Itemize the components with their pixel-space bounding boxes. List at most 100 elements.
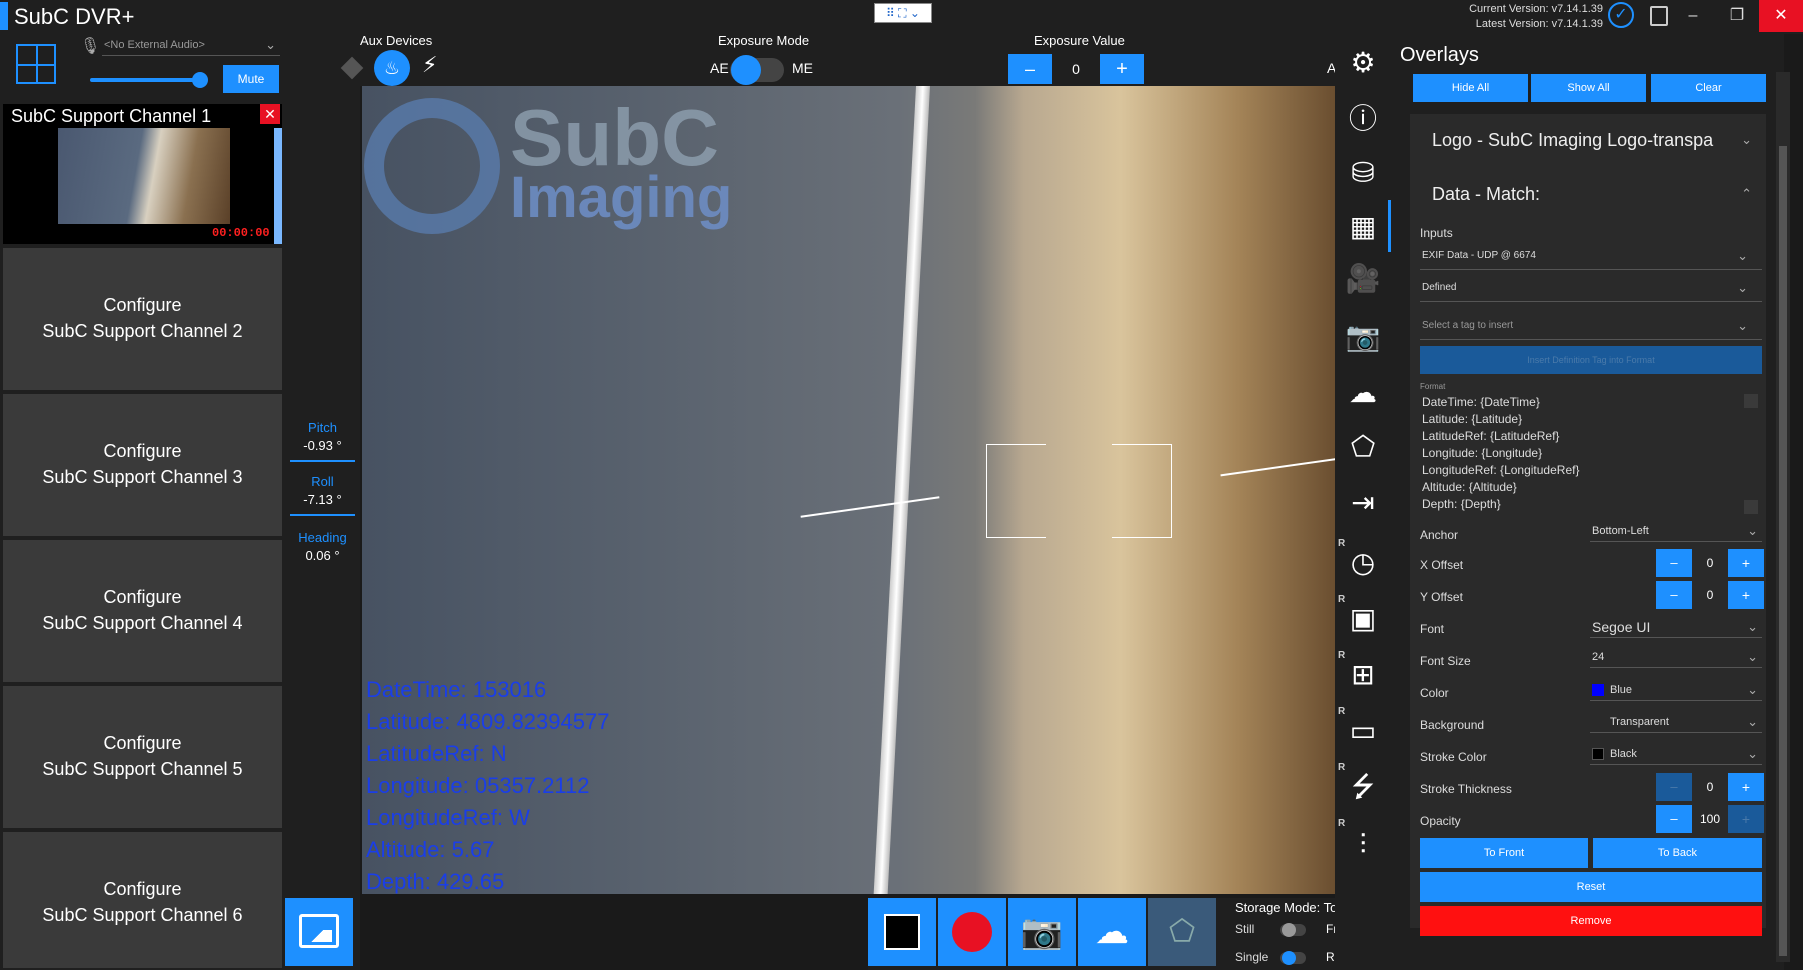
y-offset-value[interactable]: 0 [1692, 581, 1728, 609]
configure-channel-5-button[interactable]: Configure SubC Support Channel 5 [3, 686, 282, 828]
light-icon[interactable]: ♨ [374, 50, 410, 86]
chevron-down-icon: ⌄ [1747, 619, 1758, 634]
background-select[interactable]: Transparent ⌄ [1590, 711, 1762, 733]
overlay-line: Altitude: 5.67 [366, 837, 495, 862]
to-front-button[interactable]: To Front [1420, 838, 1588, 868]
still-toggle[interactable] [1280, 923, 1306, 937]
opacity-decrease[interactable]: – [1656, 805, 1692, 833]
overlay-line: LatitudeRef: N [366, 741, 507, 766]
mute-button[interactable]: Mute [223, 65, 279, 93]
font-select[interactable]: Segoe UI ⌄ [1590, 616, 1762, 638]
show-all-button[interactable]: Show All [1531, 74, 1646, 102]
channel-1-scrollbar[interactable] [274, 128, 282, 244]
x-offset-decrease[interactable]: – [1656, 549, 1692, 577]
gear-icon[interactable]: ⚙ [1340, 40, 1386, 86]
configure-channel-6-button[interactable]: Configure SubC Support Channel 6 [3, 832, 282, 968]
stroke-color-select[interactable]: Black ⌄ [1590, 743, 1762, 765]
minimize-button[interactable]: – [1671, 0, 1715, 32]
stroke-thickness-value[interactable]: 0 [1692, 773, 1728, 801]
layout-icon[interactable]: ▦ [1340, 204, 1386, 250]
clock-icon[interactable]: ◷ [1340, 540, 1386, 586]
still-label: Still [1235, 922, 1255, 936]
camera-icon[interactable]: 📷 [1340, 314, 1386, 360]
format-scroll-down[interactable] [1744, 500, 1758, 514]
snap-layout-control[interactable]: ⠿ ⛶ ⌄ [874, 3, 932, 23]
audio-source-select[interactable]: <No External Audio> ⌄ [102, 36, 280, 56]
format-scroll-up[interactable] [1744, 394, 1758, 408]
network-icon[interactable]: ⬠ [1340, 424, 1386, 470]
reset-button[interactable]: Reset [1420, 872, 1762, 902]
restore-button[interactable]: ❐ [1715, 0, 1759, 32]
stroke-thickness-decrease[interactable]: – [1656, 773, 1692, 801]
database-icon[interactable]: ⛁ [1340, 150, 1386, 196]
exposure-increase-button[interactable]: + [1100, 54, 1144, 84]
roll-value: -7.13 ° [303, 492, 342, 507]
check-icon[interactable]: ✓ [1608, 2, 1634, 28]
info-icon[interactable]: ⓘ [1340, 96, 1386, 142]
to-back-button[interactable]: To Back [1593, 838, 1762, 868]
video-feed[interactable]: SubC Imaging DateTime: 153016 Latitude: … [362, 86, 1335, 894]
usb-icon[interactable]: ⭍ [1340, 764, 1386, 810]
white-balance-icon[interactable]: ▣ [1340, 596, 1386, 642]
configure-channel-3-button[interactable]: Configure SubC Support Channel 3 [3, 394, 282, 536]
cast-icon[interactable]: ▭ [1340, 708, 1386, 754]
background-value: Transparent [1610, 716, 1669, 728]
snapshot-button[interactable]: 📷 [1008, 898, 1076, 966]
me-label: ME [792, 60, 813, 76]
y-offset-decrease[interactable]: – [1656, 581, 1692, 609]
x-offset-value[interactable]: 0 [1692, 549, 1728, 577]
subc-logo-icon [364, 98, 500, 234]
insert-tag-button[interactable]: Insert Definition Tag into Format [1420, 346, 1762, 374]
opacity-increase[interactable]: + [1728, 805, 1764, 833]
y-offset-increase[interactable]: + [1728, 581, 1764, 609]
exposure-decrease-button[interactable]: – [1008, 54, 1052, 84]
tile-label: Configure [103, 879, 182, 899]
close-icon[interactable]: ✕ [260, 104, 280, 124]
network-button[interactable]: ⬠ [1148, 898, 1216, 966]
image-icon [299, 914, 339, 948]
3d-capture-button[interactable] [868, 898, 936, 966]
stroke-thickness-increase[interactable]: + [1728, 773, 1764, 801]
hide-all-button[interactable]: Hide All [1413, 74, 1528, 102]
anchor-select[interactable]: Bottom-Left ⌄ [1590, 520, 1762, 542]
color-select[interactable]: Blue ⌄ [1590, 679, 1762, 701]
tag-select[interactable]: Select a tag to insert ⌄ [1420, 314, 1762, 340]
close-window-button[interactable]: ✕ [1759, 0, 1803, 32]
notes-icon[interactable] [1650, 6, 1668, 26]
font-size-select[interactable]: 24 ⌄ [1590, 646, 1762, 668]
remove-button[interactable]: Remove [1420, 906, 1762, 936]
exposure-mode-toggle-thumb[interactable] [731, 55, 761, 85]
gallery-button[interactable] [285, 898, 353, 966]
volume-slider[interactable] [90, 78, 200, 82]
defined-select[interactable]: Defined ⌄ [1420, 276, 1762, 302]
export-icon[interactable]: ⇥ [1340, 480, 1386, 526]
cloud-icon[interactable]: ☁ [1340, 370, 1386, 416]
x-offset-increase[interactable]: + [1728, 549, 1764, 577]
overlay-item-logo[interactable]: Logo - SubC Imaging Logo-transpa ⌄ [1410, 114, 1766, 166]
flash-icon[interactable]: ⚡ [422, 52, 437, 78]
channel-1-preview[interactable]: 00:00:00 [3, 128, 274, 244]
opacity-value[interactable]: 100 [1692, 805, 1728, 833]
channel-1-title[interactable]: SubC Support Channel 1 [3, 104, 282, 128]
hierarchy-icon[interactable]: ⊞ [1340, 652, 1386, 698]
grid-layout-icon[interactable] [16, 44, 56, 84]
overlay-item-data[interactable]: Data - Match: ⌃ [1410, 166, 1766, 222]
camera-settings-icon[interactable]: 🎥 [1340, 256, 1386, 302]
clear-button[interactable]: Clear [1651, 74, 1766, 102]
cloud-upload-button[interactable]: ☁ [1078, 898, 1146, 966]
tile-channel-name: SubC Support Channel 4 [42, 613, 243, 633]
aux-devices-label: Aux Devices [360, 33, 433, 48]
single-toggle[interactable] [1280, 951, 1306, 965]
input-source-select[interactable]: EXIF Data - UDP @ 6674 ⌄ [1420, 244, 1762, 270]
panel-scrollbar-thumb[interactable] [1779, 146, 1787, 956]
configure-channel-2-button[interactable]: Configure SubC Support Channel 2 [3, 248, 282, 390]
color-label: Color [1420, 686, 1449, 700]
volume-slider-thumb[interactable] [192, 72, 208, 88]
chevron-down-icon: ⌄ [1737, 248, 1748, 263]
sliders-icon[interactable]: ⫶ [1340, 822, 1386, 868]
configure-channel-4-button[interactable]: Configure SubC Support Channel 4 [3, 540, 282, 682]
defined-value: Defined [1422, 282, 1457, 293]
pitch-label: Pitch [308, 420, 337, 435]
format-textarea[interactable]: DateTime: {DateTime} Latitude: {Latitude… [1422, 394, 1579, 513]
record-button[interactable] [938, 898, 1006, 966]
